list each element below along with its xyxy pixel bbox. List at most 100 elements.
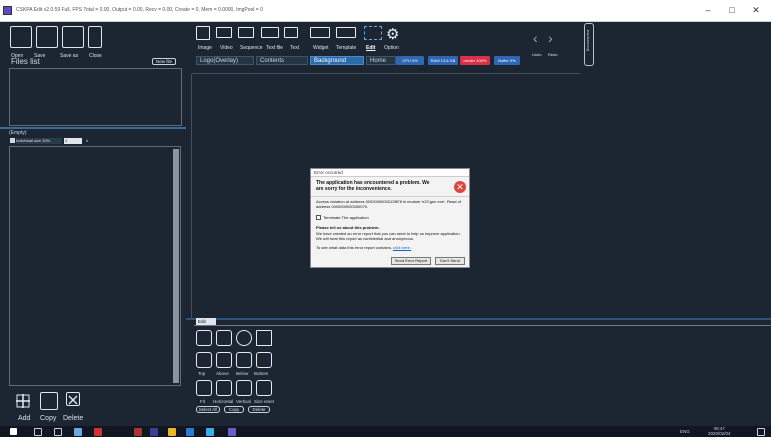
close-button[interactable]: ✕: [748, 4, 764, 16]
bring-above-icon[interactable]: [216, 352, 232, 368]
toolbar-edit[interactable]: Edit: [366, 45, 375, 51]
size-unit: #: [86, 138, 89, 143]
open-file-icon[interactable]: [10, 26, 32, 48]
click-here-link[interactable]: click here.: [393, 245, 411, 250]
individual-size-checkbox[interactable]: [10, 138, 15, 143]
add-button[interactable]: Add: [18, 415, 30, 422]
toolbar-template[interactable]: Template: [336, 45, 356, 51]
connection-status-label: Disconnected: [586, 30, 590, 52]
send-below-icon[interactable]: [236, 352, 252, 368]
language-indicator[interactable]: ENG: [680, 429, 690, 434]
error-icon: ✕: [454, 181, 466, 193]
bring-top-icon[interactable]: [196, 352, 212, 368]
size-value-field[interactable]: 1: [64, 138, 82, 144]
tell-body: We have created an error report that you…: [316, 231, 461, 241]
undo-icon[interactable]: ‹: [533, 30, 538, 46]
video-icon[interactable]: [216, 27, 232, 38]
horizontal-label: Horizontal: [213, 399, 234, 404]
maximize-button[interactable]: □: [724, 4, 740, 16]
text-icon[interactable]: [284, 27, 298, 38]
horizontal-icon[interactable]: [216, 380, 232, 396]
minimize-button[interactable]: –: [700, 4, 716, 16]
window-titlebar: CSKPA Edit v2.0.59 Full. FPS Total = 0.0…: [0, 0, 771, 22]
delete-button[interactable]: Delete: [63, 415, 83, 422]
layer-empty-label: (Empty): [9, 130, 27, 136]
cpu-badge: CPU 0%: [396, 56, 424, 65]
files-list-heading: Files list: [11, 57, 40, 66]
toolbar-image[interactable]: Image: [198, 45, 212, 51]
dialog-title: Error occurred: [311, 169, 469, 177]
terminate-label: Terminate The application: [323, 215, 369, 220]
template-icon[interactable]: [336, 27, 356, 38]
dialog-separator: [311, 196, 469, 197]
align-above-label: Above: [216, 371, 229, 376]
active-app-icon[interactable]: [228, 428, 236, 436]
copy-icon[interactable]: [40, 392, 58, 410]
add-icon[interactable]: [14, 392, 32, 410]
folder-icon[interactable]: [168, 428, 176, 436]
app-icon-4[interactable]: [150, 428, 158, 436]
dialog-detail: Access violation at address 000000000001…: [316, 199, 461, 209]
notification-icon[interactable]: [757, 428, 765, 436]
image-icon[interactable]: [196, 26, 210, 40]
new-file-button[interactable]: New file: [152, 58, 176, 65]
vertical-label: Vertical: [236, 399, 251, 404]
select-all-button[interactable]: Select All: [196, 406, 220, 413]
clock[interactable]: 08:47 2020/02/04: [708, 426, 731, 436]
sequence-icon[interactable]: [238, 27, 254, 38]
app-icon-1[interactable]: [74, 428, 82, 436]
toolbar-widget[interactable]: Widget: [313, 45, 329, 51]
line-tool-icon[interactable]: [216, 330, 232, 346]
edge-icon[interactable]: [186, 428, 194, 436]
gear-icon[interactable]: ⚙: [386, 25, 399, 43]
edit-panel: Edit Top Above Below Bottom Fit Horizont…: [186, 318, 771, 425]
ie-icon[interactable]: [206, 428, 214, 436]
widget-icon[interactable]: [310, 27, 330, 38]
window-title: CSKPA Edit v2.0.59 Full. FPS Total = 0.0…: [16, 7, 263, 13]
size-reset-icon[interactable]: [256, 380, 272, 396]
toolbar-text[interactable]: Text: [290, 45, 299, 51]
panel-divider: [0, 127, 186, 129]
tab-home[interactable]: Home: [366, 56, 396, 65]
canvas-area[interactable]: [186, 66, 771, 316]
dont-send-button[interactable]: Don't Send: [435, 257, 465, 265]
toolbar-video[interactable]: Video: [220, 45, 233, 51]
edit-delete-button[interactable]: Delete: [248, 406, 270, 413]
close-file-button[interactable]: Close: [89, 53, 102, 59]
freehand-tool-icon[interactable]: [196, 330, 212, 346]
layer-list[interactable]: [9, 146, 181, 386]
save-as-button[interactable]: Save as: [60, 53, 78, 59]
text-file-icon[interactable]: [261, 27, 279, 38]
tab-contents[interactable]: Contents: [256, 56, 308, 65]
app-icon-2[interactable]: [94, 428, 102, 436]
rectangle-tool-icon[interactable]: [256, 330, 272, 346]
edit-panel-header[interactable]: Edit: [196, 318, 216, 325]
toolbar-option[interactable]: Option: [384, 45, 399, 51]
redo-icon[interactable]: ›: [548, 30, 553, 46]
send-bottom-icon[interactable]: [256, 352, 272, 368]
ruler-vertical: [186, 74, 192, 318]
terminate-checkbox[interactable]: [316, 215, 321, 220]
edit-copy-button[interactable]: Copy: [224, 406, 244, 413]
edit-icon[interactable]: [364, 26, 382, 40]
layer-scrollbar[interactable]: [173, 149, 179, 383]
files-list[interactable]: [9, 68, 182, 126]
save-as-icon[interactable]: [62, 26, 84, 48]
app-icon-3[interactable]: [134, 428, 142, 436]
vertical-icon[interactable]: [236, 380, 252, 396]
fit-icon[interactable]: [196, 380, 212, 396]
copy-button[interactable]: Copy: [40, 415, 56, 422]
save-icon[interactable]: [36, 26, 58, 48]
close-file-icon[interactable]: [88, 26, 102, 48]
ellipse-tool-icon[interactable]: [236, 330, 252, 346]
tab-logo-overlay[interactable]: Logo(Overlay): [196, 56, 254, 65]
send-error-report-button[interactable]: Send Error Report: [391, 257, 431, 265]
toolbar-sequence[interactable]: Sequence: [240, 45, 263, 51]
task-view-icon[interactable]: [54, 428, 62, 436]
delete-icon[interactable]: [66, 392, 80, 406]
start-icon[interactable]: [10, 428, 17, 435]
tab-background[interactable]: Background: [310, 56, 364, 65]
search-icon[interactable]: [34, 428, 42, 436]
toolbar-text-file[interactable]: Text file: [266, 45, 283, 51]
left-panel: Open Save Save as Close Files list New f…: [0, 22, 186, 425]
